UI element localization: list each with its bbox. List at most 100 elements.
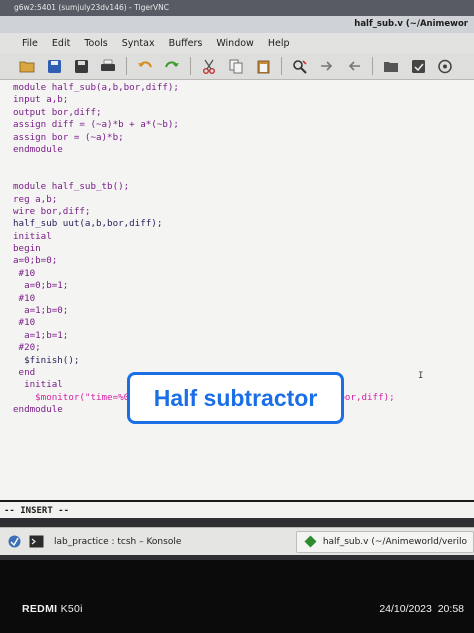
code-line-text: wire bor,diff;	[13, 205, 91, 217]
code-line: a=0;b=1;	[13, 280, 473, 292]
code-line-text: half_sub uut(a,b,bor,diff);	[13, 218, 163, 230]
copy-icon[interactable]	[227, 57, 245, 75]
code-line: initial	[13, 231, 473, 243]
print-icon[interactable]	[99, 57, 117, 75]
camera-model: K50i	[60, 603, 83, 615]
taskbar-item-gvim[interactable]: half_sub.v (~/Animeworld/verilo	[295, 530, 474, 553]
vim-mode-line: -- INSERT --	[0, 500, 474, 518]
code-line-text: #10	[13, 267, 36, 279]
toolbar-separator	[190, 57, 191, 75]
code-line-text: module half_sub_tb();	[13, 181, 130, 193]
gvim-title: half_sub.v (~/Animewor	[354, 19, 468, 29]
code-line-text: #10	[13, 317, 36, 329]
gvim-title-bar: half_sub.v (~/Animewor	[0, 16, 474, 33]
menu-file[interactable]: File	[22, 38, 38, 49]
code-line: assign bor = (~a)*b;	[13, 132, 473, 144]
code-line: wire bor,diff;	[13, 206, 473, 218]
terminal-icon[interactable]	[28, 534, 44, 550]
mouse-ibeam-cursor: I	[418, 371, 424, 381]
code-line-text: output bor,diff;	[13, 106, 102, 118]
vnc-title-bar: g6w2:5401 (sumjuly23dv146) - TigerVNC	[0, 0, 474, 16]
code-line: #10	[13, 317, 473, 329]
save-icon[interactable]	[45, 57, 63, 75]
caption-overlay: Half subtractor	[127, 372, 344, 424]
redo-icon[interactable]	[163, 57, 181, 75]
vnc-screen: g6w2:5401 (sumjuly23dv146) - TigerVNC ha…	[0, 0, 474, 560]
camera-brand: REDMI	[22, 603, 58, 615]
undo-icon[interactable]	[136, 57, 154, 75]
menu-buffers[interactable]: Buffers	[169, 38, 203, 49]
monitor-bezel	[0, 560, 474, 633]
code-line: module half_sub_tb();	[13, 181, 473, 193]
code-line: assign diff = (~a)*b + a*(~b);	[13, 119, 473, 131]
code-line-text: endmodule	[13, 404, 63, 416]
menu-syntax[interactable]: Syntax	[122, 38, 155, 49]
code-line-text: end	[13, 366, 36, 378]
gvim-icon	[303, 534, 319, 550]
code-line: begin	[13, 243, 473, 255]
code-line-text: a=0;b=1;	[13, 280, 69, 292]
code-line-text: assign bor = (~a)*b;	[13, 131, 124, 143]
app-menu-icon[interactable]	[6, 534, 22, 550]
code-line: #10	[13, 293, 473, 305]
code-line-text: a=1;b=0;	[13, 305, 69, 317]
find-replace-icon[interactable]	[291, 57, 309, 75]
code-line: a=1;b=1;	[13, 330, 473, 342]
code-buffer[interactable]: module half_sub(a,b,bor,diff); input a,b…	[13, 82, 473, 417]
code-line-text: assign diff = (~a)*b + a*(~b);	[13, 119, 179, 131]
open-icon[interactable]	[18, 57, 36, 75]
code-line: endmodule	[13, 144, 473, 156]
code-line-text: a=0;b=0;	[13, 255, 58, 267]
save-all-icon[interactable]	[72, 57, 90, 75]
run-script-icon[interactable]	[436, 57, 454, 75]
code-line-text: #20;	[13, 342, 41, 354]
vim-mode: -- INSERT --	[4, 506, 70, 516]
code-line: input a,b;	[13, 94, 473, 106]
code-line-text: begin	[13, 243, 41, 255]
taskbar: lab_practice : tcsh – Konsole half_sub.v…	[0, 527, 474, 555]
menubar: File Edit Tools Syntax Buffers Window He…	[0, 33, 474, 53]
cut-icon[interactable]	[200, 57, 218, 75]
vnc-title: g6w2:5401 (sumjuly23dv146) - TigerVNC	[14, 3, 170, 12]
code-line-text: input a,b;	[13, 94, 69, 106]
menu-window[interactable]: Window	[216, 38, 253, 49]
code-line: half_sub uut(a,b,bor,diff);	[13, 218, 473, 230]
code-line: reg a,b;	[13, 194, 473, 206]
find-next-icon[interactable]	[318, 57, 336, 75]
menu-help[interactable]: Help	[268, 38, 290, 49]
paste-icon[interactable]	[254, 57, 272, 75]
find-prev-icon[interactable]	[345, 57, 363, 75]
camera-time: 20:58	[437, 603, 464, 615]
toolbar-separator	[281, 57, 282, 75]
editor-area[interactable]: module half_sub(a,b,bor,diff); input a,b…	[0, 80, 474, 500]
load-session-icon[interactable]	[382, 57, 400, 75]
code-line: output bor,diff;	[13, 107, 473, 119]
code-line: #10	[13, 268, 473, 280]
taskbar-item-label: lab_practice : tcsh – Konsole	[54, 536, 182, 547]
toolbar-separator	[126, 57, 127, 75]
code-line: $finish();	[13, 355, 473, 367]
camera-date: 24/10/2023	[379, 603, 432, 615]
code-line-text: $finish();	[13, 354, 80, 366]
toolbar	[0, 53, 474, 80]
code-line: a=1;b=0;	[13, 305, 473, 317]
code-line-text: reg a,b;	[13, 193, 58, 205]
camera-timestamp: 24/10/2023 20:58	[379, 603, 464, 615]
code-line: a=0;b=0;	[13, 255, 473, 267]
save-session-icon[interactable]	[409, 57, 427, 75]
code-line-text: initial	[13, 230, 52, 242]
code-line-text: module half_sub(a,b,bor,diff);	[13, 82, 179, 93]
code-line-text: a=1;b=1;	[13, 329, 69, 341]
code-line-text: #10	[13, 292, 36, 304]
code-line: #20;	[13, 342, 473, 354]
menu-edit[interactable]: Edit	[52, 38, 70, 49]
code-line-text: initial	[13, 379, 63, 391]
taskbar-item-label: half_sub.v (~/Animeworld/verilo	[322, 536, 467, 547]
menu-tools[interactable]: Tools	[84, 38, 107, 49]
code-line: module half_sub(a,b,bor,diff);	[13, 82, 473, 94]
taskbar-item-konsole[interactable]: lab_practice : tcsh – Konsole	[48, 531, 187, 553]
caption-text: Half subtractor	[153, 384, 318, 411]
toolbar-separator	[372, 57, 373, 75]
